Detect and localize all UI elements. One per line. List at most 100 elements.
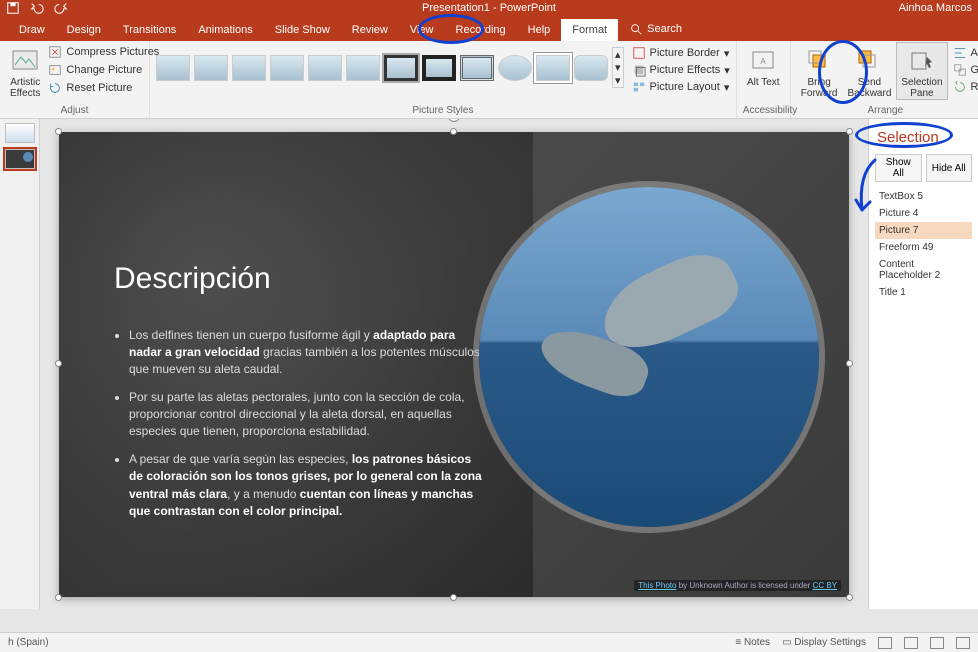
change-picture-icon — [48, 63, 62, 77]
rotate-icon — [953, 80, 967, 94]
show-all-button[interactable]: Show All — [875, 154, 922, 182]
adjust-group-label: Adjust — [6, 105, 143, 118]
reset-label: Reset Picture — [66, 82, 132, 94]
style-thumb[interactable] — [384, 55, 418, 81]
credit-license-link[interactable]: CC BY — [813, 581, 837, 590]
selection-pane-button[interactable]: Selection Pane — [897, 43, 946, 99]
compress-pictures-button[interactable]: Compress Pictures — [48, 43, 159, 61]
style-thumb[interactable] — [194, 55, 228, 81]
slide-bullets[interactable]: Los delfines tienen un cuerpo fusiforme … — [114, 327, 484, 531]
slide[interactable]: Descripción Los delfines tienen un cuerp… — [59, 132, 849, 597]
group-picture-styles: ▴ ▾ ▾ Picture Border ▾ Picture Effects ▾… — [150, 41, 737, 118]
style-thumb[interactable] — [232, 55, 266, 81]
chevron-down-icon: ▾ — [724, 47, 730, 60]
bring-label: Bring Forward — [801, 77, 838, 99]
border-icon — [632, 46, 646, 60]
style-thumb[interactable] — [270, 55, 304, 81]
selpane-label: Selection Pane — [901, 77, 942, 99]
style-thumb[interactable] — [460, 55, 494, 81]
picture-layout-button[interactable]: Picture Layout ▾ — [632, 79, 730, 95]
rotate-handle[interactable] — [448, 119, 460, 122]
picstyles-group-label: Picture Styles — [156, 105, 730, 118]
change-label: Change Picture — [66, 64, 142, 76]
group-arrange: Bring Forward Send Backward Selection Pa… — [791, 41, 978, 118]
alt-text-label: Alt Text — [747, 77, 780, 88]
bullet-item: Por su parte las aletas pectorales, junt… — [129, 389, 484, 441]
style-thumb[interactable] — [346, 55, 380, 81]
dolphin-picture[interactable] — [479, 187, 819, 527]
reading-view-icon[interactable] — [930, 637, 944, 649]
display-settings-button[interactable]: ▭ Display Settings — [782, 637, 866, 648]
hide-all-button[interactable]: Hide All — [926, 154, 973, 182]
notes-button[interactable]: ≡ Notes — [735, 637, 770, 648]
bring-forward-button[interactable]: Bring Forward — [797, 43, 842, 99]
style-thumb[interactable] — [156, 55, 190, 81]
style-thumb[interactable] — [498, 55, 532, 81]
style-thumb[interactable] — [422, 55, 456, 81]
sorter-view-icon[interactable] — [904, 637, 918, 649]
undo-icon[interactable] — [30, 1, 44, 15]
tab-view[interactable]: View — [399, 19, 445, 41]
effects-label: Picture Effects — [650, 64, 721, 76]
style-thumb[interactable] — [308, 55, 342, 81]
group-label: Group — [971, 64, 978, 76]
alt-text-button[interactable]: A Alt Text — [743, 43, 784, 88]
slide-thumb-2[interactable] — [5, 149, 35, 169]
slide-canvas[interactable]: Descripción Los delfines tienen un cuerp… — [40, 119, 868, 609]
search-label: Search — [647, 23, 682, 35]
compress-icon — [48, 45, 62, 59]
status-language[interactable]: h (Spain) — [8, 637, 49, 648]
photo-credit: This Photo by Unknown Author is licensed… — [634, 580, 841, 591]
save-icon[interactable] — [6, 1, 20, 15]
selection-item[interactable]: Picture 7 — [875, 222, 972, 239]
tab-review[interactable]: Review — [341, 19, 399, 41]
gallery-down-icon[interactable]: ▾ — [613, 61, 623, 74]
slide-title[interactable]: Descripción — [114, 262, 271, 296]
redo-icon[interactable] — [54, 1, 68, 15]
tab-animations[interactable]: Animations — [187, 19, 263, 41]
normal-view-icon[interactable] — [878, 637, 892, 649]
svg-text:A: A — [761, 57, 767, 66]
tab-format[interactable]: Format — [561, 19, 618, 41]
artistic-effects-button[interactable]: Artistic Effects — [6, 43, 44, 99]
tab-draw[interactable]: Draw — [8, 19, 56, 41]
reset-picture-button[interactable]: Reset Picture — [48, 79, 159, 97]
send-backward-button[interactable]: Send Backward — [843, 43, 895, 99]
gallery-more-icon[interactable]: ▾ — [613, 74, 623, 87]
style-gallery[interactable]: ▴ ▾ ▾ — [156, 43, 624, 88]
tab-design[interactable]: Design — [56, 19, 112, 41]
picture-effects-button[interactable]: Picture Effects ▾ — [632, 62, 730, 78]
selection-item[interactable]: Freeform 49 — [875, 239, 972, 256]
slideshow-view-icon[interactable] — [956, 637, 970, 649]
main-area: Descripción Los delfines tienen un cuerp… — [0, 119, 978, 609]
style-thumb[interactable] — [574, 55, 608, 81]
chevron-down-icon: ▾ — [724, 64, 730, 77]
align-label: Align — [971, 47, 978, 59]
arrange-group-label: Arrange — [797, 105, 974, 118]
tab-help[interactable]: Help — [517, 19, 562, 41]
effects-icon — [632, 63, 646, 77]
user-name[interactable]: Ainhoa Marcos — [899, 2, 972, 14]
border-label: Picture Border — [650, 47, 720, 59]
ribbon-search[interactable]: Search — [618, 17, 693, 41]
selection-item[interactable]: Title 1 — [875, 284, 972, 301]
layout-label: Picture Layout — [650, 81, 720, 93]
tab-slideshow[interactable]: Slide Show — [264, 19, 341, 41]
style-thumb[interactable] — [536, 55, 570, 81]
selection-item[interactable]: TextBox 5 — [875, 188, 972, 205]
tab-transitions[interactable]: Transitions — [112, 19, 187, 41]
slide-thumb-1[interactable] — [5, 123, 35, 143]
tab-recording[interactable]: Recording — [445, 19, 517, 41]
credit-link[interactable]: This Photo — [638, 581, 676, 590]
gallery-up-icon[interactable]: ▴ — [613, 48, 623, 61]
group-button[interactable]: Group ▾ — [953, 62, 978, 78]
rotate-button[interactable]: Rotate ▾ — [953, 79, 978, 95]
selection-item[interactable]: Content Placeholder 2 — [875, 256, 972, 284]
picture-border-button[interactable]: Picture Border ▾ — [632, 45, 730, 61]
align-button[interactable]: Align ▾ — [953, 45, 978, 61]
selection-pane: Selection Show All Hide All TextBox 5Pic… — [868, 119, 978, 609]
change-picture-button[interactable]: Change Picture — [48, 61, 159, 79]
selection-pane-title: Selection — [875, 125, 972, 154]
chevron-down-icon: ▾ — [724, 81, 730, 94]
selection-item[interactable]: Picture 4 — [875, 205, 972, 222]
